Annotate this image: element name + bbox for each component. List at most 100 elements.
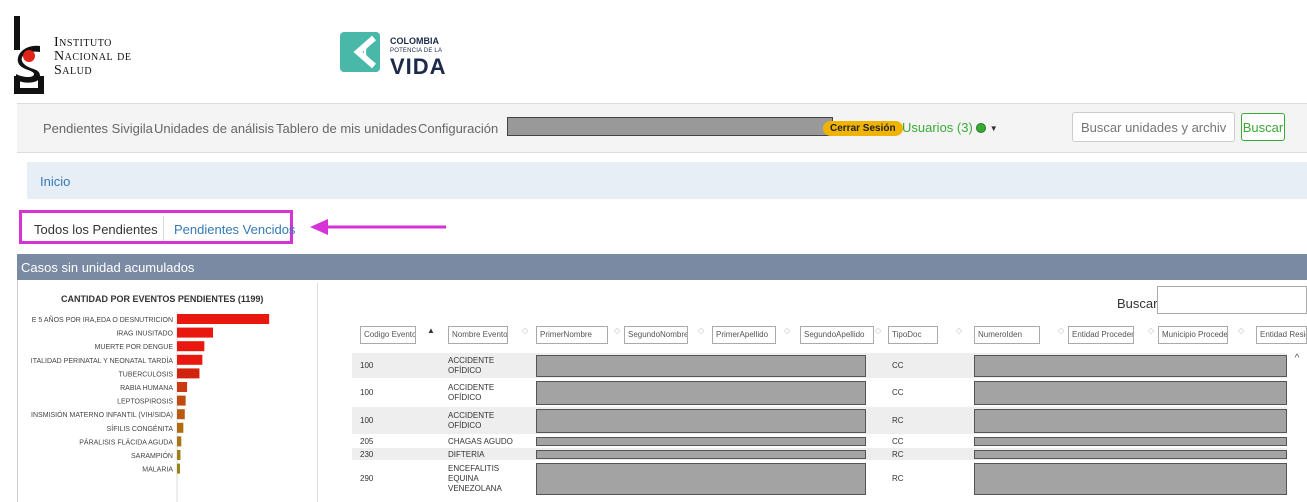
table-row[interactable]: 290 ENCEFALITIS EQUINA VENEZOLANA RC — [352, 460, 1287, 496]
main-navbar: Pendientes Sivigila Unidades de análisis… — [17, 103, 1307, 153]
cell-nombre-line: OFÍDICO — [448, 366, 482, 375]
cell-codigo: 205 — [360, 436, 374, 446]
panel-title: Casos sin unidad acumulados — [21, 260, 195, 275]
logout-button[interactable]: Cerrar Sesión — [823, 121, 903, 136]
column-header-label: Codigo Evento — [360, 326, 416, 344]
table-body: 100 ACCIDENTE OFÍDICO CC 100 ACCIDENTE OFÍDICO… — [352, 352, 1307, 502]
chart-bar — [177, 436, 182, 447]
colombia-logo-text: COLOMBIA POTENCIA DE LA — [390, 36, 443, 54]
redacted-name-cells — [536, 437, 866, 446]
scroll-up-icon[interactable]: ^ — [1287, 353, 1307, 365]
redacted-id-cells — [974, 450, 1287, 459]
cell-codigo: 100 — [360, 416, 374, 425]
column-header-label: SegundoNombre — [624, 326, 688, 344]
cell-nombre: CHAGAS AGUDO — [448, 437, 528, 447]
search-input[interactable] — [1072, 112, 1235, 142]
sort-asc-icon[interactable]: ▲ — [427, 327, 435, 335]
chart-category-label: LEPTOSPIROSIS — [117, 399, 173, 406]
sort-icon[interactable]: ◇ — [614, 327, 620, 335]
chart-category-label: RABIA HUMANA — [120, 385, 173, 392]
cell-nombre-line: ACCIDENTE — [448, 383, 495, 392]
sort-icon[interactable]: ◇ — [1238, 327, 1244, 335]
chart-category-label: IRAG INUSITADO — [116, 331, 173, 338]
cell-tipo-doc: RC — [892, 449, 904, 459]
chart-category-label: ITALIDAD PERINATAL Y NEONATAL TARDÍA — [31, 356, 174, 365]
cell-nombre-line: ENCEFALITIS — [448, 464, 500, 473]
chart-bar — [177, 314, 270, 324]
chart-bar — [177, 450, 181, 460]
cell-nombre-line: EQUINA — [448, 474, 479, 483]
colombia-vida-text: VIDA — [390, 54, 447, 79]
nav-configuracion[interactable]: Configuración — [418, 121, 498, 136]
column-header-label: Municipio Procedencia — [1158, 326, 1228, 344]
cell-nombre: ACCIDENTE OFÍDICO — [448, 383, 528, 403]
table-row[interactable]: 230 DIFTERIA RC — [352, 447, 1287, 460]
chart-bar — [177, 341, 205, 352]
chart-category-label: SÍFILIS CONGÉNITA — [107, 424, 174, 433]
sort-icon[interactable]: ◇ — [875, 327, 881, 335]
chart-bar — [177, 354, 203, 365]
cell-nombre-line: OFÍDICO — [448, 393, 482, 402]
breadcrumb-home-link[interactable]: Inicio — [40, 174, 70, 189]
table-row[interactable]: 205 CHAGAS AGUDO CC — [352, 434, 1287, 447]
table-row[interactable]: 100 ACCIDENTE OFÍDICO CC — [352, 378, 1287, 406]
table-row[interactable]: 100 ACCIDENTE OFÍDICO RC — [352, 406, 1287, 434]
cell-tipo-doc: RC — [892, 474, 904, 483]
chart-category-label: E 5 AÑOS POR IRA,EDA O DESNUTRICION — [32, 315, 173, 324]
column-header-label: PrimerNombre — [536, 326, 608, 344]
chart-title: CANTIDAD POR EVENTOS PENDIENTES (1199) — [61, 294, 264, 304]
redacted-name-cells — [536, 450, 866, 459]
column-header-label: Nombre Evento — [448, 326, 508, 344]
redacted-id-cells — [974, 463, 1287, 495]
cell-nombre: ACCIDENTE OFÍDICO — [448, 356, 528, 376]
chart-category-label: TUBERCULOSIS — [119, 371, 174, 378]
column-header-label: Entidad Residencia — [1256, 326, 1307, 344]
nav-unidades-analisis[interactable]: Unidades de análisis — [154, 121, 274, 136]
sort-icon[interactable]: ◇ — [698, 327, 704, 335]
redacted-name-cells — [536, 355, 866, 377]
site-header: Instituto Nacional de Salud COLOMBIA POT… — [0, 0, 1307, 98]
tab-todos-pendientes[interactable]: Todos los Pendientes — [34, 222, 158, 237]
chart-category-label: PÁRALISIS FLÁCIDA AGUDA — [79, 437, 173, 446]
cell-codigo: 100 — [360, 388, 374, 397]
sort-icon[interactable]: ◇ — [522, 327, 528, 335]
chart-bar — [177, 327, 213, 338]
cell-nombre-line: ACCIDENTE — [448, 411, 495, 420]
search-button[interactable]: Buscar — [1241, 113, 1285, 141]
chart-bar — [177, 463, 180, 474]
ins-logo-icon — [14, 16, 44, 94]
sort-icon[interactable]: ◇ — [956, 327, 962, 335]
cell-nombre-line: CHAGAS AGUDO — [448, 436, 513, 446]
chart-bar — [177, 382, 188, 392]
sort-icon[interactable]: ◇ — [784, 327, 790, 335]
chart-category-label: SARAMPIÓN — [131, 451, 173, 460]
breadcrumb: Inicio — [27, 162, 1307, 199]
cell-tipo-doc: RC — [892, 416, 904, 425]
table-row[interactable]: 100 ACCIDENTE OFÍDICO CC — [352, 352, 1287, 378]
chart-bar — [177, 395, 186, 406]
ins-logo-text: Instituto Nacional de Salud — [54, 35, 132, 78]
column-header-label: Entidad Procedencia — [1068, 326, 1134, 344]
table-header: Codigo Evento ▲ Nombre Evento ◇ PrimerNombre… — [352, 323, 1307, 351]
chart-category-label: INSMISIÓN MATERNO INFANTIL (VIH/SIDA) — [31, 410, 173, 419]
users-dropdown[interactable]: Usuarios (3) ▼ — [902, 120, 998, 135]
events-bar-chart: E 5 AÑOS POR IRA,EDA O DESNUTRICION IRAG … — [31, 312, 270, 502]
cell-nombre: ACCIDENTE OFÍDICO — [448, 411, 528, 431]
sort-icon[interactable]: ◇ — [1058, 327, 1064, 335]
tab-divider — [163, 216, 164, 241]
sort-icon[interactable]: ◇ — [1148, 327, 1154, 335]
cell-nombre: DIFTERIA — [448, 450, 528, 460]
nav-tablero-unidades[interactable]: Tablero de mis unidades — [276, 121, 417, 136]
redacted-name-cells — [536, 409, 866, 433]
cell-codigo: 230 — [360, 449, 374, 459]
redacted-id-cells — [974, 381, 1287, 405]
tab-pendientes-vencidos[interactable]: Pendientes Vencidos — [174, 222, 295, 237]
cell-nombre-line: VENEZOLANA — [448, 484, 502, 493]
column-header-label: NumeroIden — [974, 326, 1040, 344]
cell-nombre-line: OFÍDICO — [448, 421, 482, 430]
nav-pendientes-sivigila[interactable]: Pendientes Sivigila — [43, 121, 153, 136]
chart-separator — [317, 283, 318, 502]
table-search-input[interactable] — [1157, 286, 1307, 314]
column-header-label: SegundoApellido — [800, 326, 874, 344]
redacted-id-cells — [974, 355, 1287, 377]
